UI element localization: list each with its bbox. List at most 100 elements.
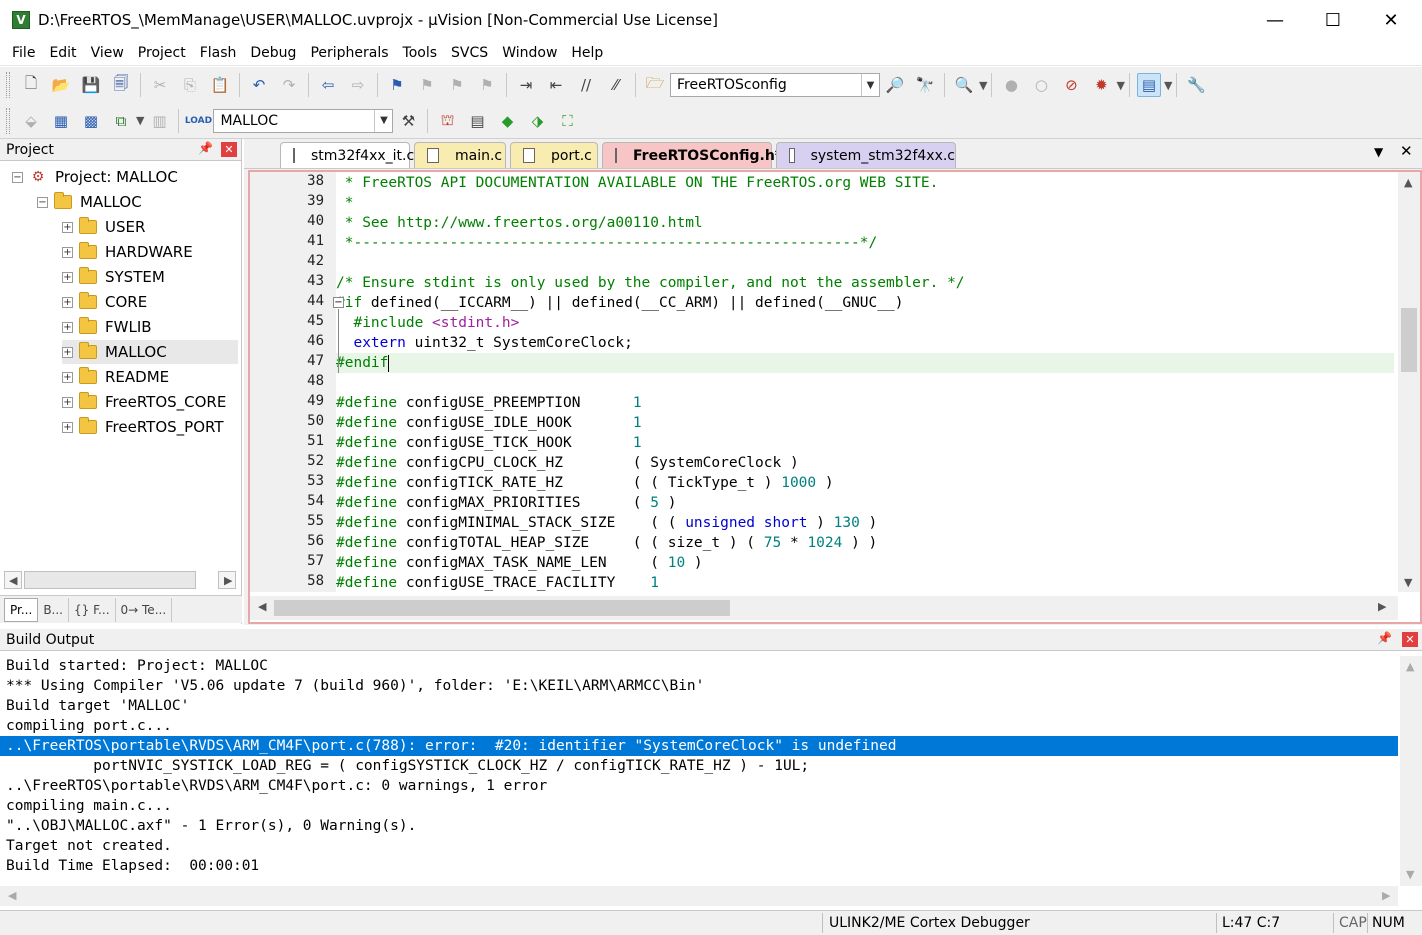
build-output-line[interactable]: Build Time Elapsed: 00:00:01 bbox=[0, 856, 1398, 876]
manage-components-icon[interactable]: ⛫ bbox=[435, 109, 459, 133]
tab-main-c[interactable]: main.c bbox=[414, 142, 506, 168]
code-line[interactable]: #define configMAX_TASK_NAME_LEN ( 10 ) bbox=[336, 553, 1394, 573]
indent-icon[interactable]: ⇥ bbox=[514, 73, 538, 97]
tree-group-hardware[interactable]: + HARDWARE bbox=[62, 240, 193, 264]
scroll-down-arrow[interactable]: ▼ bbox=[1406, 868, 1414, 881]
code-line[interactable]: #if defined(__ICCARM__) || defined(__CC_… bbox=[336, 293, 1394, 313]
collapse-icon[interactable]: − bbox=[37, 196, 48, 208]
code-line[interactable]: #endif bbox=[336, 353, 1394, 373]
clear-bookmarks-icon[interactable]: ⚑ bbox=[475, 73, 499, 97]
build-output-line[interactable]: ..\FreeRTOS\portable\RVDS\ARM_CM4F\port.… bbox=[0, 736, 1398, 756]
scroll-thumb[interactable] bbox=[1401, 308, 1417, 372]
scroll-left-arrow[interactable]: ◀ bbox=[8, 889, 16, 902]
expand-icon[interactable]: + bbox=[62, 396, 73, 408]
tree-group-core[interactable]: + CORE bbox=[62, 290, 147, 314]
code-line[interactable]: #define configUSE_IDLE_HOOK 1 bbox=[336, 413, 1394, 433]
bookmark-icon[interactable]: ⚑ bbox=[385, 73, 409, 97]
tree-group-fwlib[interactable]: + FWLIB bbox=[62, 315, 152, 339]
build-output-line[interactable]: "..\OBJ\MALLOC.axf" - 1 Error(s), 0 Warn… bbox=[0, 816, 1398, 836]
chevron-down-icon[interactable]: ▼ bbox=[136, 114, 144, 127]
close-tab-icon[interactable]: ✕ bbox=[1400, 142, 1413, 160]
close-button[interactable]: ✕ bbox=[1362, 0, 1420, 40]
code-lines[interactable]: * FreeRTOS API DOCUMENTATION AVAILABLE O… bbox=[336, 172, 1394, 592]
open-folder-icon[interactable]: 📂 bbox=[49, 73, 73, 97]
code-line[interactable]: #define configUSE_TRACE_FACILITY 1 bbox=[336, 573, 1394, 592]
build-output-line[interactable]: portNVIC_SYSTICK_LOAD_REG = ( configSYST… bbox=[0, 756, 1398, 776]
menu-peripherals[interactable]: Peripherals bbox=[303, 45, 395, 61]
collapse-icon[interactable]: − bbox=[12, 171, 23, 183]
navigate-back-icon[interactable]: ⇦ bbox=[316, 73, 340, 97]
tab-project[interactable]: Pr... bbox=[4, 597, 39, 622]
tree-group-malloc[interactable]: + MALLOC bbox=[62, 340, 238, 364]
build-output-line[interactable]: compiling main.c... bbox=[0, 796, 1398, 816]
expand-icon[interactable]: + bbox=[62, 221, 73, 233]
cut-icon[interactable]: ✂ bbox=[148, 73, 172, 97]
tree-horizontal-scrollbar[interactable]: ◀ ▶ bbox=[4, 571, 238, 591]
chevron-down-icon[interactable]: ▼ bbox=[861, 74, 879, 96]
build-output-line[interactable]: ..\FreeRTOS\portable\RVDS\ARM_CM4F\port.… bbox=[0, 776, 1398, 796]
find-in-files-icon[interactable]: 🗁 bbox=[643, 73, 667, 97]
target-select[interactable]: MALLOC ▼ bbox=[213, 108, 394, 133]
pack-installer-icon[interactable]: ⬗ bbox=[525, 109, 549, 133]
batch-build-icon[interactable]: ⧉ bbox=[109, 109, 133, 133]
menu-edit[interactable]: Edit bbox=[42, 45, 83, 61]
code-line[interactable] bbox=[336, 253, 1394, 273]
code-line[interactable]: #define configMINIMAL_STACK_SIZE ( ( uns… bbox=[336, 513, 1394, 533]
menu-help[interactable]: Help bbox=[564, 45, 610, 61]
menu-tools[interactable]: Tools bbox=[396, 45, 445, 61]
kill-breakpoints-icon[interactable]: ✹ bbox=[1089, 73, 1113, 97]
tree-group-readme[interactable]: + README bbox=[62, 365, 169, 389]
scroll-thumb[interactable] bbox=[24, 571, 196, 589]
build-vertical-scrollbar[interactable]: ▲ ▼ bbox=[1400, 656, 1422, 886]
undo-icon[interactable]: ↶ bbox=[247, 73, 271, 97]
expand-icon[interactable]: + bbox=[62, 271, 73, 283]
code-line[interactable]: #define configTOTAL_HEAP_SIZE ( ( size_t… bbox=[336, 533, 1394, 553]
expand-icon[interactable]: + bbox=[62, 421, 73, 433]
find-icon[interactable]: 🔭 bbox=[913, 73, 937, 97]
debug-session-icon[interactable]: 🔍 bbox=[952, 73, 976, 97]
build-output-line[interactable]: compiling port.c... bbox=[0, 716, 1398, 736]
code-line[interactable]: * FreeRTOS API DOCUMENTATION AVAILABLE O… bbox=[336, 173, 1394, 193]
scroll-right-arrow[interactable]: ▶ bbox=[1382, 889, 1390, 902]
code-vertical-scrollbar[interactable]: ▲ ▼ bbox=[1398, 172, 1420, 592]
rebuild-icon[interactable]: ▩ bbox=[79, 109, 103, 133]
build-output-line[interactable]: Target not created. bbox=[0, 836, 1398, 856]
tree-target-malloc[interactable]: − MALLOC bbox=[37, 190, 142, 214]
tree-group-freertos-port[interactable]: + FreeRTOS_PORT bbox=[62, 415, 224, 439]
run-time-environment-icon[interactable]: ⛶ bbox=[555, 109, 579, 133]
build-icon[interactable]: ▦ bbox=[49, 109, 73, 133]
select-packs-icon[interactable]: ◆ bbox=[495, 109, 519, 133]
scroll-down-arrow[interactable]: ▼ bbox=[1404, 576, 1412, 589]
build-horizontal-scrollbar[interactable]: ◀ ▶ bbox=[0, 886, 1398, 906]
scroll-right-arrow[interactable]: ▶ bbox=[1378, 600, 1386, 613]
pin-icon[interactable]: 📌 bbox=[198, 141, 213, 155]
configure-tools-icon[interactable]: 🔧 bbox=[1184, 73, 1208, 97]
code-horizontal-scrollbar[interactable]: ◀ ▶ bbox=[250, 596, 1398, 620]
expand-icon[interactable]: + bbox=[62, 246, 73, 258]
paste-icon[interactable]: 📋 bbox=[208, 73, 232, 97]
tab-port-c[interactable]: port.c bbox=[510, 142, 598, 168]
scroll-right-arrow[interactable]: ▶ bbox=[218, 571, 236, 589]
build-output-text[interactable]: Build started: Project: MALLOC *** Using … bbox=[0, 656, 1398, 886]
previous-bookmark-icon[interactable]: ⚑ bbox=[415, 73, 439, 97]
menu-file[interactable]: File bbox=[5, 45, 42, 61]
tree-group-system[interactable]: + SYSTEM bbox=[62, 265, 165, 289]
build-output-line[interactable]: Build target 'MALLOC' bbox=[0, 696, 1398, 716]
comment-icon[interactable]: // bbox=[574, 73, 598, 97]
insert-breakpoint-icon[interactable]: ● bbox=[999, 73, 1023, 97]
new-file-icon[interactable]: 🗋 bbox=[19, 73, 43, 97]
target-options-icon[interactable]: ⚒ bbox=[396, 109, 420, 133]
navigate-forward-icon[interactable]: ⇨ bbox=[346, 73, 370, 97]
tab-functions[interactable]: {} F... bbox=[69, 597, 116, 622]
chevron-down-icon[interactable]: ▼ bbox=[1116, 79, 1124, 92]
tab-freertosconfig-h[interactable]: FreeRTOSConfig.h* bbox=[602, 142, 782, 168]
pin-icon[interactable]: 📌 bbox=[1377, 631, 1392, 645]
fold-collapse-icon[interactable]: − bbox=[333, 297, 344, 308]
expand-icon[interactable]: + bbox=[62, 321, 73, 333]
code-line[interactable]: extern uint32_t SystemCoreClock; bbox=[336, 333, 1394, 353]
file-extensions-icon[interactable]: ▤ bbox=[465, 109, 489, 133]
build-output-line[interactable]: *** Using Compiler 'V5.06 update 7 (buil… bbox=[0, 676, 1398, 696]
disable-breakpoints-icon[interactable]: ⊘ bbox=[1059, 73, 1083, 97]
maximize-button[interactable]: ☐ bbox=[1304, 0, 1362, 40]
expand-icon[interactable]: + bbox=[62, 296, 73, 308]
